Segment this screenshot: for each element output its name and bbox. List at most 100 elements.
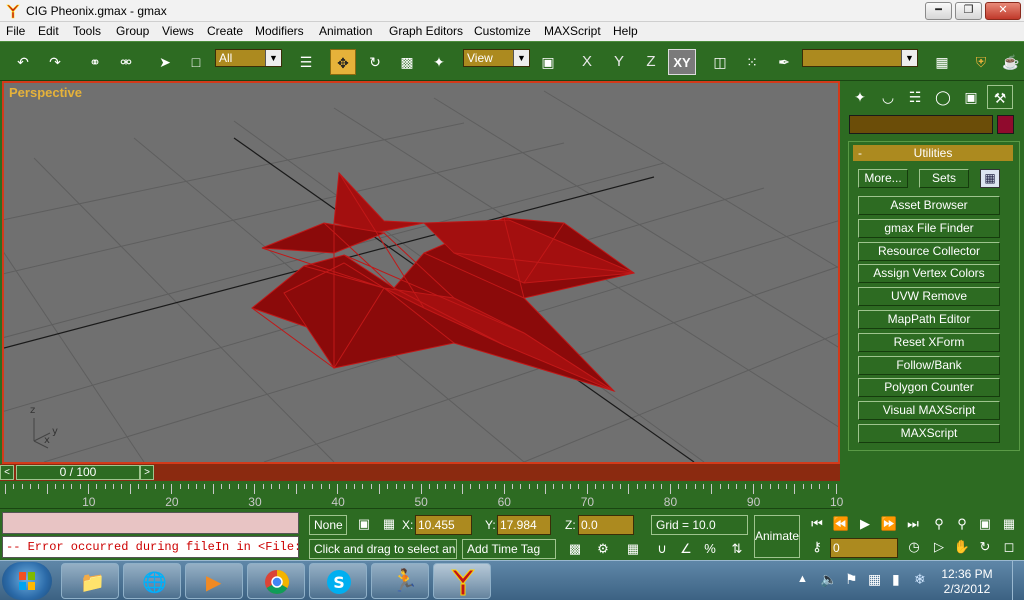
restore-button[interactable]: ❐ (955, 2, 982, 20)
restrict-y-button[interactable]: Y (606, 49, 632, 75)
restrict-z-button[interactable]: Z (638, 49, 664, 75)
menu-maxscript[interactable]: MAXScript (544, 24, 601, 38)
utility-button[interactable]: Resource Collector (858, 241, 1000, 261)
tray-app-icon[interactable]: ❄ (914, 571, 926, 588)
hierarchy-tab[interactable]: ☵ (902, 85, 928, 109)
volume-icon[interactable]: 🔈 (820, 571, 837, 588)
removable-device-icon[interactable]: ▦ (868, 571, 881, 588)
box-view-button[interactable]: ▦ (624, 540, 642, 558)
tray-expand-icon[interactable]: ▲ (797, 573, 808, 585)
viewport-label[interactable]: Perspective (9, 85, 82, 100)
render-button[interactable]: ☕ (998, 49, 1024, 75)
select-and-move-button[interactable]: ✥ (330, 49, 356, 75)
spinner-snap-button[interactable]: ⇅ (728, 540, 746, 558)
mirror-button[interactable]: ◫ (707, 49, 733, 75)
menu-group[interactable]: Group (116, 24, 149, 38)
taskbar-chrome[interactable] (247, 563, 305, 599)
select-and-link-button[interactable]: ⚭ (82, 49, 108, 75)
utility-button[interactable]: gmax File Finder (858, 218, 1000, 238)
show-desktop-button[interactable] (1012, 561, 1024, 600)
utility-button[interactable]: MAXScript (858, 424, 1000, 443)
menu-tools[interactable]: Tools (73, 24, 101, 38)
reference-coordinate-dropdown[interactable]: View ▼ (463, 49, 530, 67)
snap-2d-button[interactable]: ∪ (653, 540, 671, 558)
next-frame-button[interactable]: ⏩ (880, 515, 898, 533)
utility-button[interactable]: Reset XForm (858, 332, 1000, 352)
add-time-tag-button[interactable]: Add Time Tag (462, 539, 556, 559)
select-and-rotate-button[interactable]: ↻ (362, 49, 388, 75)
zoom-button[interactable]: ⚲ (930, 515, 948, 533)
utilities-tab[interactable]: ⚒ (987, 85, 1013, 109)
region-select-button[interactable]: □ (183, 49, 209, 75)
zoom-all-button[interactable]: ⚲ (953, 515, 971, 533)
current-frame-field[interactable]: 0 (830, 538, 898, 558)
restrict-xy-button[interactable]: XY (668, 49, 696, 75)
z-coordinate-field[interactable]: 0.0 (578, 515, 634, 535)
menu-file[interactable]: File (6, 24, 25, 38)
angle-snap-button[interactable]: ∠ (677, 540, 695, 558)
percent-snap-button[interactable]: % (701, 540, 719, 558)
x-coordinate-field[interactable]: 10.455 (415, 515, 472, 535)
action-center-flag-icon[interactable]: ⚑ (845, 571, 858, 588)
motion-tab[interactable]: ◯ (930, 85, 956, 109)
smooth-view-button[interactable]: ⚙ (594, 540, 612, 558)
pivot-point-button[interactable]: ▣ (535, 49, 561, 75)
object-name-field[interactable] (849, 115, 993, 134)
perspective-viewport[interactable]: z y x Perspective (2, 81, 840, 464)
utility-button[interactable]: Asset Browser (858, 196, 1000, 215)
shaded-view-button[interactable]: ▩ (566, 540, 584, 558)
lock-selection-button[interactable]: ▣ (355, 515, 373, 533)
menu-help[interactable]: Help (613, 24, 638, 38)
named-selection-dropdown[interactable]: ▼ (802, 49, 918, 67)
modify-tab[interactable]: ◡ (875, 85, 901, 109)
maximize-viewport-button[interactable]: ◻ (1000, 538, 1018, 556)
utilities-rollout-header[interactable]: - Utilities (853, 145, 1013, 161)
time-config-button[interactable]: ◷ (905, 538, 923, 556)
taskbar-network[interactable]: 🌐 (123, 563, 181, 599)
utility-button[interactable]: Visual MAXScript (858, 401, 1000, 421)
menu-create[interactable]: Create (207, 24, 243, 38)
menu-animation[interactable]: Animation (319, 24, 372, 38)
sets-button[interactable]: Sets (919, 169, 969, 188)
utility-button[interactable]: UVW Remove (858, 287, 1000, 307)
maxscript-listener-input[interactable] (2, 512, 299, 534)
display-tab[interactable]: ▣ (958, 85, 984, 109)
menu-views[interactable]: Views (162, 24, 194, 38)
y-coordinate-field[interactable]: 17.984 (497, 515, 551, 535)
snap-tool-button[interactable]: ✦ (426, 49, 452, 75)
arc-rotate-button[interactable]: ↻ (976, 538, 994, 556)
go-to-start-button[interactable]: ⏮ (808, 515, 826, 533)
menu-edit[interactable]: Edit (38, 24, 59, 38)
taskbar-clock[interactable]: 12:36 PM 2/3/2012 (932, 567, 1002, 597)
time-slider-next-button[interactable]: > (140, 465, 154, 480)
animate-button[interactable]: Animate (754, 515, 800, 558)
unlink-selection-button[interactable]: ⚮ (113, 49, 139, 75)
taskbar-gmax[interactable] (433, 563, 491, 599)
utility-button[interactable]: MapPath Editor (858, 310, 1000, 329)
object-color-swatch[interactable] (997, 115, 1014, 134)
go-to-end-button[interactable]: ⏭ (904, 515, 922, 533)
pan-button[interactable]: ✋ (953, 538, 971, 556)
previous-frame-button[interactable]: ⏪ (832, 515, 850, 533)
redo-button[interactable]: ↷ (42, 49, 68, 75)
menu-customize[interactable]: Customize (474, 24, 531, 38)
material-editor-button[interactable]: ⛨ (968, 49, 994, 75)
time-slider[interactable]: 0 / 100 (16, 465, 140, 480)
select-and-scale-button[interactable]: ▩ (394, 49, 420, 75)
absolute-mode-button[interactable]: ▦ (380, 515, 398, 533)
zoom-extents-all-button[interactable]: ▦ (1000, 515, 1018, 533)
create-tab[interactable]: ✦ (847, 85, 873, 109)
align-button[interactable]: ✒ (771, 49, 797, 75)
close-button[interactable]: ✕ (985, 2, 1021, 20)
select-by-name-button[interactable]: ☰ (293, 49, 319, 75)
track-ruler[interactable]: 10 20 30 40 50 60 70 80 90 10 (0, 481, 843, 509)
utility-button[interactable]: Follow/Bank (858, 355, 1000, 375)
taskbar-explorer[interactable]: 📁 (61, 563, 119, 599)
restrict-x-button[interactable]: X (574, 49, 600, 75)
menu-graph-editors[interactable]: Graph Editors (389, 24, 463, 38)
start-button[interactable] (2, 562, 52, 600)
zoom-extents-button[interactable]: ▣ (976, 515, 994, 533)
field-of-view-button[interactable]: ▷ (930, 538, 948, 556)
selection-filter-dropdown[interactable]: All ▼ (215, 49, 282, 67)
utility-button[interactable]: Assign Vertex Colors (858, 264, 1000, 284)
